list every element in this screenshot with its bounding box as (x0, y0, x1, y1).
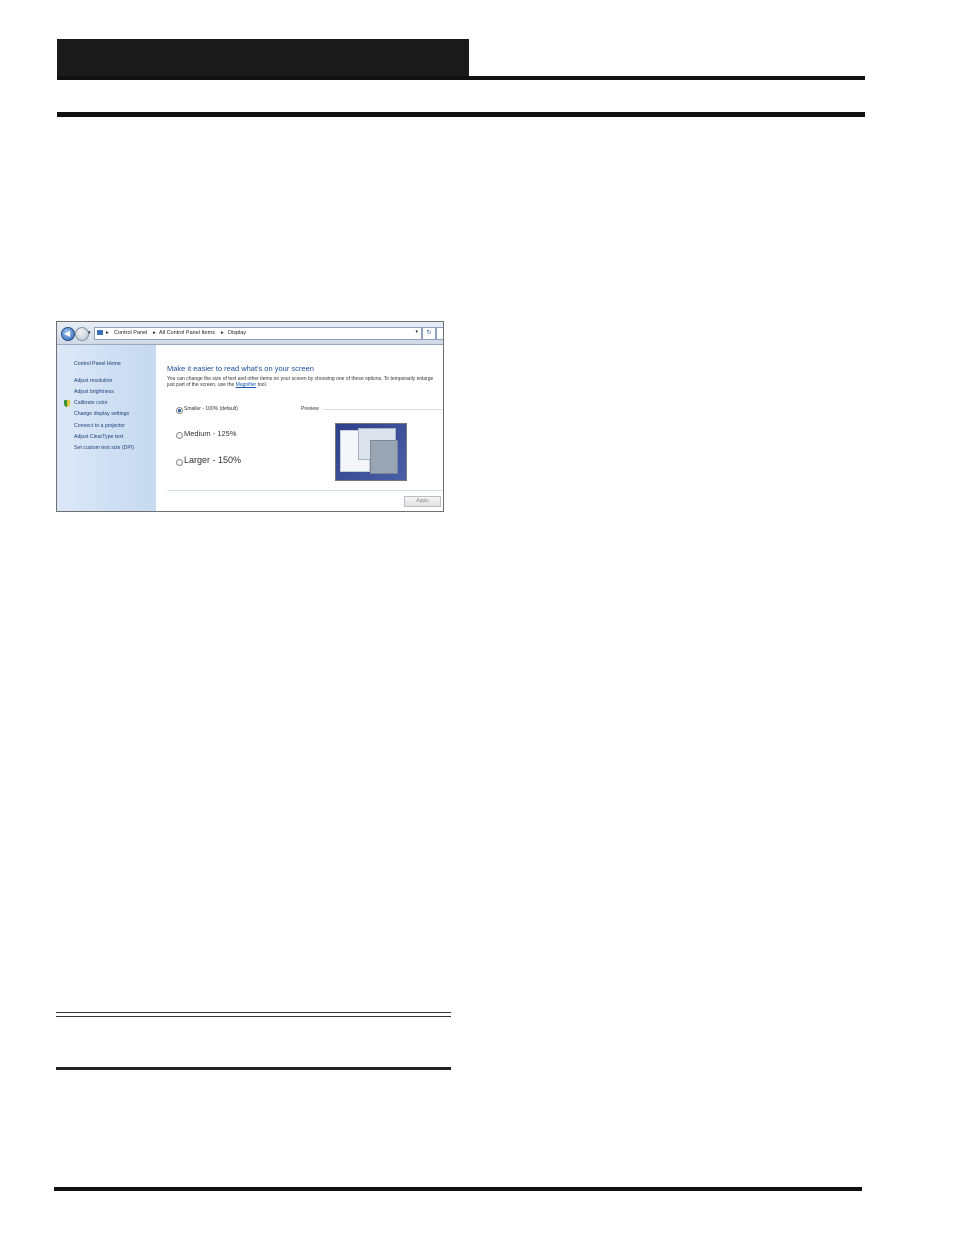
breadcrumb-all-items[interactable]: All Control Panel Items (159, 330, 215, 336)
option-smaller-radio[interactable] (176, 407, 183, 414)
sidebar-item-cleartype[interactable]: Adjust ClearType text (74, 434, 123, 440)
recent-pages-dropdown-icon[interactable]: ▾ (88, 330, 91, 336)
option-larger-radio[interactable] (176, 459, 183, 466)
preview-label: Preview (301, 406, 321, 412)
note-rule-top (56, 1012, 451, 1013)
bottom-divider (167, 490, 443, 491)
option-larger-label: Larger - 150% (184, 455, 242, 465)
footer-rule (54, 1187, 862, 1191)
sidebar: Control Panel Home Adjust resolution Adj… (57, 345, 156, 511)
option-medium-label: Medium - 125% (184, 429, 237, 438)
page-description: You can change the size of text and othe… (167, 376, 434, 388)
forward-arrow-icon[interactable] (75, 327, 89, 341)
option-smaller-label: Smaller - 100% (default) (184, 406, 238, 412)
note-rule-bottom (56, 1067, 451, 1070)
search-field[interactable] (436, 327, 443, 340)
shield-icon (64, 400, 70, 407)
magnifier-link[interactable]: Magnifier (236, 382, 257, 388)
preview-image (335, 423, 407, 481)
sidebar-item-calibrate-color[interactable]: Calibrate color (74, 400, 107, 406)
display-control-panel-screenshot: ◀ ▾ ▸ Control Panel ▸ All Control Panel … (56, 321, 444, 512)
breadcrumb-control-panel[interactable]: Control Panel (114, 330, 147, 336)
note-rule-top-second (56, 1016, 451, 1017)
refresh-icon[interactable]: ↻ (422, 327, 436, 340)
sidebar-item-adjust-brightness[interactable]: Adjust brightness (74, 389, 114, 395)
header-block (57, 39, 469, 77)
back-arrow-icon[interactable]: ◀ (61, 327, 75, 341)
address-field[interactable]: ▸ Control Panel ▸ All Control Panel Item… (94, 327, 422, 340)
sidebar-item-projector[interactable]: Connect to a projector (74, 423, 125, 429)
preview-divider (323, 409, 443, 410)
sidebar-home-link[interactable]: Control Panel Home (74, 361, 121, 367)
sidebar-item-adjust-resolution[interactable]: Adjust resolution (74, 378, 112, 384)
page-title: Make it easier to read what's on your sc… (167, 364, 314, 373)
sidebar-item-display-settings[interactable]: Change display settings (74, 411, 129, 417)
address-dropdown-icon[interactable]: ▾ (415, 329, 418, 335)
option-medium-radio[interactable] (176, 432, 183, 439)
apply-button[interactable]: Apply (404, 496, 441, 507)
header-rule-lower (57, 112, 865, 117)
control-panel-icon (97, 330, 103, 335)
header-rule (57, 76, 865, 80)
breadcrumb-display[interactable]: Display (228, 330, 246, 336)
sidebar-item-custom-dpi[interactable]: Set custom text size (DPI) (74, 445, 134, 451)
address-bar: ◀ ▾ ▸ Control Panel ▸ All Control Panel … (57, 322, 443, 345)
